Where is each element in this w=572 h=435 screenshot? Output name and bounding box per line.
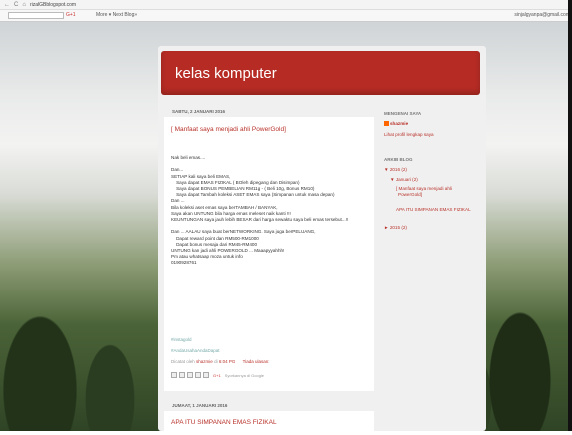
- author-link[interactable]: shazmie: [196, 359, 213, 364]
- hashtag-link[interactable]: #instagold: [171, 337, 192, 342]
- twitter-share-icon[interactable]: [187, 372, 193, 378]
- post-time-link[interactable]: 6:04 PG: [219, 359, 236, 364]
- post-footer: Dicatat oleh shazmie di 6:04 PG Tiada ul…: [171, 359, 269, 364]
- blogger-navbar: G+1 More ▾ Next Blog» sinjalgyanpa@gmail…: [0, 10, 572, 22]
- post-body: Nak beli emas.... Dan... SETIAP kali saya…: [171, 155, 371, 267]
- back-icon[interactable]: ←: [4, 2, 10, 8]
- facebook-share-icon[interactable]: [195, 372, 201, 378]
- user-email[interactable]: sinjalgyanpa@gmail.com: [514, 12, 570, 18]
- recommend-text: Syorkannya di Google: [224, 372, 265, 378]
- browser-toolbar: ← C ⌂ rizalGBblogspot.com: [0, 0, 572, 10]
- post-title[interactable]: APA ITU SIMPANAN EMAS FIZIKAL: [171, 419, 277, 426]
- profile-name-link[interactable]: shazmie: [390, 121, 408, 126]
- archive-post-link-cont[interactable]: PowerGold]: [398, 192, 422, 197]
- post-body-line: 0190928761: [171, 260, 197, 266]
- blog-header: kelas komputer: [161, 51, 480, 95]
- profile-link[interactable]: Lihat profil lengkap saya: [384, 132, 434, 137]
- blogger-icon: [384, 121, 389, 127]
- at-label: di: [214, 359, 218, 364]
- home-icon[interactable]: ⌂: [22, 2, 26, 8]
- blogthis-share-icon[interactable]: [179, 372, 185, 378]
- archive-year-2015[interactable]: ► 2015 (2): [384, 225, 407, 230]
- archive-heading: ARKIB BLOG: [384, 157, 413, 162]
- hashtag-link[interactable]: #AndaUsahaAndaDapat: [171, 348, 220, 353]
- about-heading: MENGENAI SAYA: [384, 111, 422, 116]
- comments-link[interactable]: Tiada ulasan:: [243, 359, 270, 364]
- reload-icon[interactable]: C: [14, 2, 18, 8]
- post-date: SABTU, 2 JANUARI 2016: [172, 109, 226, 114]
- blog-title[interactable]: kelas komputer: [175, 65, 277, 82]
- posted-by-label: Dicatat oleh: [171, 359, 195, 364]
- address-bar[interactable]: rizalGBblogspot.com: [30, 2, 76, 8]
- post-title[interactable]: [ Manfaat saya menjadi ahli PowerGold]: [171, 126, 286, 133]
- share-buttons: G+1 Syorkannya di Google: [171, 372, 264, 378]
- pinterest-share-icon[interactable]: [203, 372, 209, 378]
- post-body-line: KEUNTUNGAN saya jauh lebih BESAR dari ha…: [171, 217, 349, 223]
- archive-post-link[interactable]: [ Manfaat saya menjadi ahli: [396, 186, 452, 191]
- profile-name: shazmie: [384, 121, 408, 127]
- google-plus-icon[interactable]: G+1: [213, 373, 221, 378]
- more-menu[interactable]: More ▾ Next Blog»: [96, 12, 137, 18]
- archive-month-januari[interactable]: ▼ Januari (2): [390, 177, 418, 182]
- email-share-icon[interactable]: [171, 372, 177, 378]
- archive-year-2016[interactable]: ▼ 2016 (2): [384, 167, 407, 172]
- archive-post-link[interactable]: APA ITU SIMPANAN EMAS FIZIKAL: [396, 207, 471, 212]
- google-plus-button[interactable]: G+1: [66, 12, 76, 18]
- navbar-search-input[interactable]: [8, 12, 64, 19]
- window-edge: [568, 0, 572, 431]
- post-date: JUMAAT, 1 JANUARI 2016: [172, 403, 228, 408]
